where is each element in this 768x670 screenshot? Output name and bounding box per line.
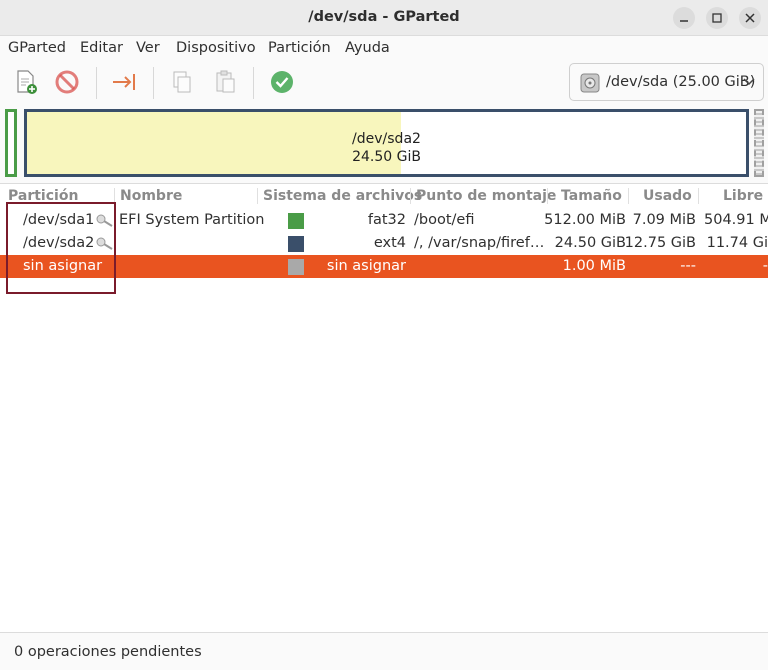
col-header-montaje[interactable]: Punto de montaje <box>416 188 556 204</box>
key-icon <box>96 214 113 227</box>
menu-bar: GParted Editar Ver Dispositivo Partición… <box>0 36 768 61</box>
cell-size: 512.00 MiB <box>544 212 626 228</box>
menu-editar[interactable]: Editar <box>80 40 123 56</box>
cell-mountpoint: /boot/efi <box>414 212 475 228</box>
partition-block-label: /dev/sda2 <box>352 131 421 147</box>
cell-partition: /dev/sda1 <box>23 212 95 228</box>
title-bar: /dev/sda - GParted <box>0 0 768 36</box>
status-bar: 0 operaciones pendientes <box>0 632 768 670</box>
header-separator <box>698 188 699 204</box>
col-header-sistema[interactable]: Sistema de archivos <box>263 188 422 204</box>
cell-used: --- <box>680 258 696 274</box>
toolbar-separator <box>153 67 154 99</box>
cell-filesystem: fat32 <box>367 212 406 228</box>
menu-particion[interactable]: Partición <box>268 40 331 56</box>
partition-block-size: 24.50 GiB <box>352 149 421 165</box>
minimize-button[interactable] <box>673 7 695 29</box>
pending-operations-text: 0 operaciones pendientes <box>14 644 202 660</box>
header-separator <box>114 188 115 204</box>
col-header-nombre[interactable]: Nombre <box>120 188 182 204</box>
toolbar-separator <box>253 67 254 99</box>
cell-used: 7.09 MiB <box>632 212 696 228</box>
toolbar: /dev/sda (25.00 GiB) <box>0 61 768 105</box>
key-icon <box>96 237 113 250</box>
device-label: /dev/sda (25.00 GiB) <box>606 74 756 90</box>
copy-icon <box>173 71 191 93</box>
cell-size: 1.00 MiB <box>562 258 626 274</box>
new-partition-button[interactable] <box>10 67 40 97</box>
minimize-icon <box>680 20 688 22</box>
col-header-tamano[interactable]: Tamaño <box>561 188 622 204</box>
cell-mountpoint: /, /var/snap/firef… <box>414 235 545 251</box>
cell-free: 504.91 Mi <box>704 212 768 228</box>
table-row[interactable]: /dev/sda2 ext4 /, /var/snap/firef… 24.50… <box>0 232 768 255</box>
header-separator <box>628 188 629 204</box>
cell-partition: sin asignar <box>23 258 103 274</box>
table-row[interactable]: /dev/sda1 EFI System Partition fat32 /bo… <box>0 209 768 232</box>
device-selector[interactable]: /dev/sda (25.00 GiB) <box>569 63 764 101</box>
partition-block-sda2[interactable]: /dev/sda2 24.50 GiB <box>24 109 749 177</box>
menu-dispositivo[interactable]: Dispositivo <box>176 40 256 56</box>
arrow-right-bar-icon <box>113 74 135 90</box>
window-title: /dev/sda - GParted <box>308 9 460 25</box>
cell-used: 12.75 GiB <box>624 235 696 251</box>
new-document-icon <box>17 70 37 94</box>
copy-button[interactable] <box>167 67 197 97</box>
col-header-particion[interactable]: Partición <box>8 188 78 204</box>
menu-gparted[interactable]: GParted <box>8 40 66 56</box>
partition-block-sda1[interactable] <box>5 109 17 177</box>
cell-filesystem: sin asignar <box>326 258 406 274</box>
paste-button[interactable] <box>210 67 240 97</box>
close-button[interactable] <box>739 7 761 29</box>
unallocated-block[interactable] <box>754 109 764 177</box>
delete-partition-button[interactable] <box>52 67 82 97</box>
fs-color-swatch <box>288 259 304 275</box>
partition-table: Partición Nombre Sistema de archivos Pun… <box>0 184 768 632</box>
check-circle-icon <box>271 71 293 93</box>
fs-color-swatch <box>288 213 304 229</box>
table-row-selected[interactable]: sin asignar sin asignar 1.00 MiB --- - <box>0 255 768 278</box>
header-separator <box>547 188 548 204</box>
maximize-icon <box>712 13 722 23</box>
maximize-button[interactable] <box>706 7 728 29</box>
cell-filesystem: ext4 <box>373 235 406 251</box>
fs-color-swatch <box>288 236 304 252</box>
close-icon <box>745 13 755 23</box>
col-header-libre[interactable]: Libre <box>723 188 763 204</box>
table-header: Partición Nombre Sistema de archivos Pun… <box>0 184 768 208</box>
resize-move-button[interactable] <box>109 67 139 97</box>
cell-free: 11.74 Gi <box>706 235 768 251</box>
partition-block-text: /dev/sda2 24.50 GiB <box>27 130 746 166</box>
apply-button[interactable] <box>267 67 297 97</box>
disk-map: /dev/sda2 24.50 GiB <box>0 104 768 184</box>
menu-ayuda[interactable]: Ayuda <box>345 40 390 56</box>
header-separator <box>410 188 411 204</box>
paste-icon <box>216 70 235 93</box>
cell-size: 24.50 GiB <box>554 235 626 251</box>
no-entry-icon <box>55 70 79 94</box>
toolbar-separator <box>96 67 97 99</box>
cell-name: EFI System Partition <box>119 212 265 228</box>
cell-partition: /dev/sda2 <box>23 235 95 251</box>
header-separator <box>257 188 258 204</box>
menu-ver[interactable]: Ver <box>136 40 160 56</box>
cell-free: - <box>762 258 768 274</box>
chevron-down-icon <box>743 78 755 86</box>
hard-disk-icon <box>580 73 600 93</box>
col-header-usado[interactable]: Usado <box>643 188 692 204</box>
